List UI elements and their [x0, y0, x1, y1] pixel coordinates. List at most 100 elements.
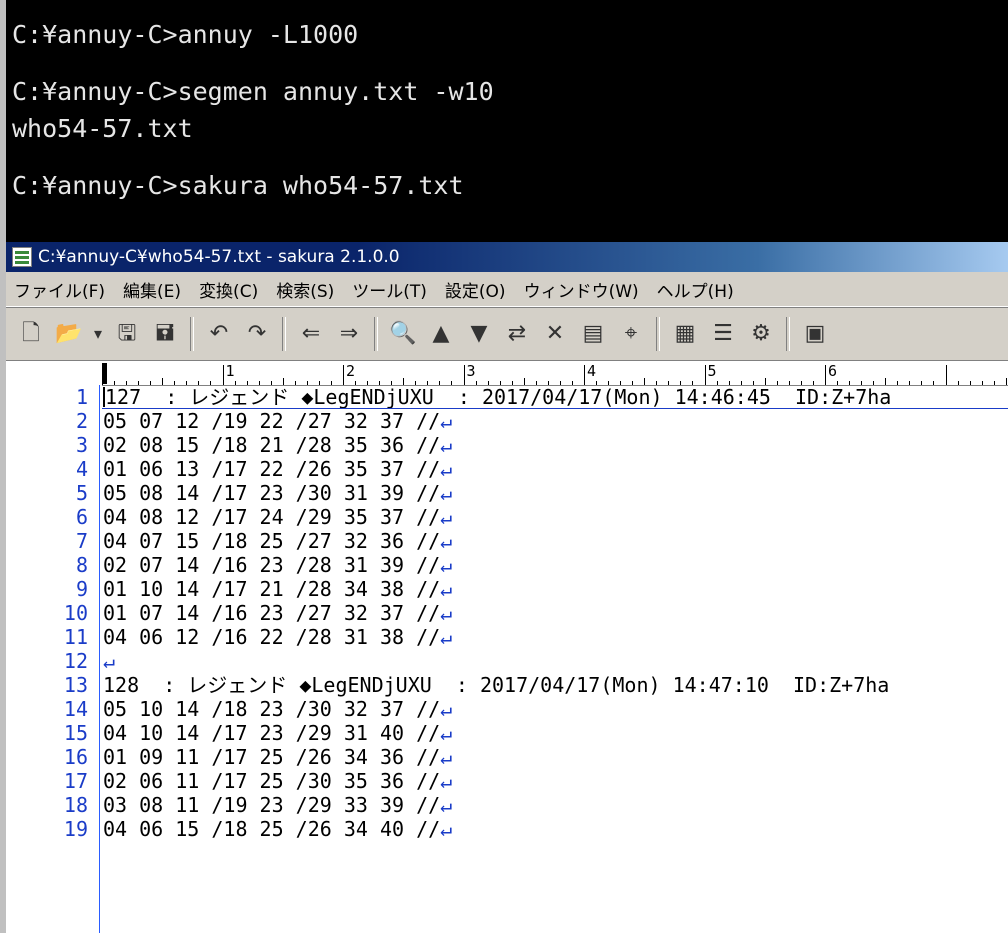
- text-content[interactable]: 1 127 : レジェンド ◆LegENDjUXU : 2017/04/17(Mo…: [6, 385, 1008, 841]
- jump-back-icon[interactable]: ⇐: [295, 318, 327, 350]
- ruler-tick: [584, 365, 585, 385]
- text-line[interactable]: 7 04 07 15 /18 25 /27 32 36 //↵: [6, 529, 1008, 553]
- dropdown-arrow-icon[interactable]: ▾: [91, 318, 105, 350]
- text-line[interactable]: 16 01 09 11 /17 25 /26 34 36 //↵: [6, 745, 1008, 769]
- text-line[interactable]: 6 04 08 12 /17 24 /29 35 37 //↵: [6, 505, 1008, 529]
- line-number: 12: [63, 649, 88, 673]
- find-clear-icon[interactable]: ✕: [539, 318, 571, 350]
- text-line[interactable]: 8 02 07 14 /16 23 /28 31 39 //↵: [6, 553, 1008, 577]
- ruler-label: 6: [828, 362, 838, 380]
- save-icon[interactable]: 🖫: [111, 318, 143, 350]
- text-line[interactable]: 2 05 07 12 /19 22 /27 32 37 //↵: [6, 409, 1008, 433]
- save-all-icon[interactable]: 🖬: [149, 318, 181, 350]
- find-next-icon[interactable]: ▼: [463, 318, 495, 350]
- find-prev-icon[interactable]: ▲: [425, 318, 457, 350]
- text-line[interactable]: 11 04 06 12 /16 22 /28 31 38 //↵: [6, 625, 1008, 649]
- find-icon[interactable]: 🔍: [387, 318, 419, 350]
- compare-icon[interactable]: ▦: [669, 318, 701, 350]
- redo-icon[interactable]: ↷: [241, 318, 273, 350]
- text-line[interactable]: 19 04 06 15 /18 25 /26 34 40 //↵: [6, 817, 1008, 841]
- console-line: C:¥annuy-C>sakura who54-57.txt: [12, 171, 464, 200]
- line-number: 1: [75, 385, 88, 409]
- line-end-icon: ↵: [440, 577, 453, 601]
- console-line: C:¥annuy-C>segmen annuy.txt -w10: [12, 77, 494, 106]
- ruler-tick: [825, 365, 826, 385]
- tag-jump-icon[interactable]: ⌖: [615, 318, 647, 350]
- outline-icon[interactable]: ☰: [707, 318, 739, 350]
- ruler-tick: [343, 365, 344, 385]
- line-end-icon: ↵: [440, 505, 453, 529]
- console-line: C:¥annuy-C>annuy -L1000: [12, 20, 359, 49]
- line-text: 02 08 15 /18 21 /28 35 36 //↵: [103, 433, 453, 457]
- replace-icon[interactable]: ⇄: [501, 318, 533, 350]
- line-text: 01 10 14 /17 21 /28 34 38 //↵: [103, 577, 453, 601]
- line-number: 17: [63, 769, 88, 793]
- line-number: 7: [75, 529, 88, 553]
- line-text: 127 : レジェンド ◆LegENDjUXU : 2017/04/17(Mon…: [103, 385, 892, 409]
- menu-item[interactable]: 変換(C): [191, 277, 268, 302]
- open-file-icon[interactable]: 📂: [53, 318, 85, 350]
- toolbar-separator: [656, 317, 660, 351]
- settings-icon[interactable]: ⚙: [745, 318, 777, 350]
- text-line[interactable]: 18 03 08 11 /19 23 /29 33 39 //↵: [6, 793, 1008, 817]
- line-number: 19: [63, 817, 88, 841]
- line-end-icon: ↵: [440, 745, 453, 769]
- grep-icon[interactable]: ▤: [577, 318, 609, 350]
- line-end-icon: ↵: [440, 553, 453, 577]
- sakura-editor-window: C:¥annuy-C¥who54-57.txt - sakura 2.1.0.0…: [0, 242, 1008, 933]
- line-text: 05 08 14 /17 23 /30 31 39 //↵: [103, 481, 453, 505]
- line-text: 01 09 11 /17 25 /26 34 36 //↵: [103, 745, 453, 769]
- menu-item[interactable]: ヘルプ(H): [649, 277, 744, 302]
- line-end-icon: ↵: [440, 481, 453, 505]
- window-list-icon[interactable]: ▣: [799, 318, 831, 350]
- line-end-icon: ↵: [103, 649, 116, 673]
- line-end-icon: ↵: [440, 817, 453, 841]
- text-line[interactable]: 13 128 : レジェンド ◆LegENDjUXU : 2017/04/17(M…: [6, 673, 1008, 697]
- line-end-icon: ↵: [440, 529, 453, 553]
- text-caret: [103, 387, 105, 407]
- line-text: 04 10 14 /17 23 /29 31 40 //↵: [103, 721, 453, 745]
- column-ruler: 1 2 3 4 5 6: [102, 361, 1008, 386]
- jump-forward-icon[interactable]: ⇒: [333, 318, 365, 350]
- menu-item[interactable]: ウィンドウ(W): [516, 277, 649, 302]
- line-number: 9: [75, 577, 88, 601]
- text-line[interactable]: 3 02 08 15 /18 21 /28 35 36 //↵: [6, 433, 1008, 457]
- menu-bar: ファイル(F) 編集(E) 変換(C) 検索(S) ツール(T) 設定(O) ウィンドウ(W…: [6, 272, 1008, 307]
- new-file-icon[interactable]: 🗋: [15, 318, 47, 350]
- ruler-tick: [282, 378, 284, 385]
- menu-item[interactable]: ファイル(F): [6, 277, 115, 302]
- ruler-label: 2: [346, 362, 356, 380]
- text-line[interactable]: 5 05 08 14 /17 23 /30 31 39 //↵: [6, 481, 1008, 505]
- line-text: 02 06 11 /17 25 /30 35 36 //↵: [103, 769, 453, 793]
- text-line[interactable]: 10 01 07 14 /16 23 /27 32 37 //↵: [6, 601, 1008, 625]
- line-end-icon: ↵: [440, 409, 453, 433]
- line-text: 01 07 14 /16 23 /27 32 37 //↵: [103, 601, 453, 625]
- undo-icon[interactable]: ↶: [203, 318, 235, 350]
- ruler-label: 5: [707, 362, 717, 380]
- line-text: 04 07 15 /18 25 /27 32 36 //↵: [103, 529, 453, 553]
- line-number: 10: [63, 601, 88, 625]
- text-line[interactable]: 1 127 : レジェンド ◆LegENDjUXU : 2017/04/17(Mo…: [6, 385, 1008, 409]
- menu-item[interactable]: 検索(S): [268, 277, 344, 302]
- text-line[interactable]: 4 01 06 13 /17 22 /26 35 37 //↵: [6, 457, 1008, 481]
- text-line[interactable]: 17 02 06 11 /17 25 /30 35 36 //↵: [6, 769, 1008, 793]
- line-text: 04 08 12 /17 24 /29 35 37 //↵: [103, 505, 453, 529]
- line-end-icon: ↵: [440, 625, 453, 649]
- menu-item[interactable]: ツール(T): [344, 277, 437, 302]
- line-end-icon: ↵: [440, 721, 453, 745]
- ruler-tick: [463, 365, 465, 385]
- text-line[interactable]: 12 ↵: [6, 649, 1008, 673]
- editor-area[interactable]: 123456 1 127 : レジェンド ◆LegENDjUXU : 2017/0…: [6, 360, 1008, 933]
- text-line[interactable]: 14 05 10 14 /18 23 /30 32 37 //↵: [6, 697, 1008, 721]
- ruler-tick: [945, 365, 947, 385]
- line-end-icon: ↵: [440, 769, 453, 793]
- title-bar[interactable]: C:¥annuy-C¥who54-57.txt - sakura 2.1.0.0: [6, 242, 1008, 272]
- text-line[interactable]: 15 04 10 14 /17 23 /29 31 40 //↵: [6, 721, 1008, 745]
- menu-item[interactable]: 設定(O): [437, 277, 516, 302]
- text-line[interactable]: 9 01 10 14 /17 21 /28 34 38 //↵: [6, 577, 1008, 601]
- menu-item[interactable]: 編集(E): [115, 277, 191, 302]
- line-number: 5: [75, 481, 88, 505]
- console-window[interactable]: C:¥annuy-C>annuy -L1000 C:¥annuy-C>segmen…: [0, 0, 1008, 242]
- ruler-tick: [102, 365, 103, 385]
